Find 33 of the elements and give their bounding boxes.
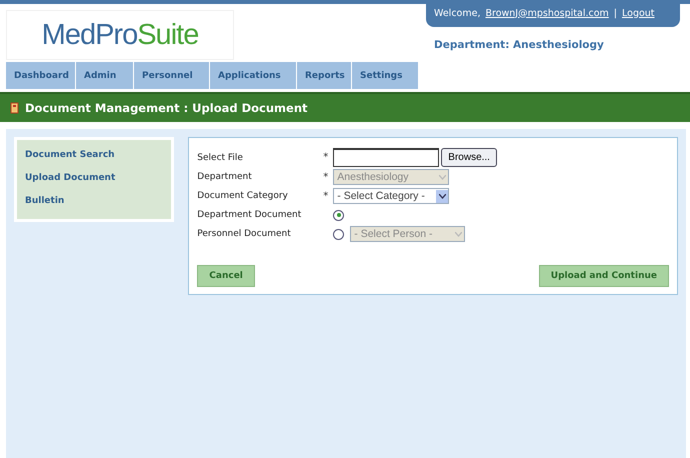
nav-tab[interactable]: Settings [352, 62, 419, 89]
file-path-field[interactable] [333, 148, 440, 167]
required-mark: * [323, 152, 330, 163]
nav-tab[interactable]: Admin [76, 62, 134, 89]
document-icon [10, 102, 20, 114]
sidebar-item[interactable]: Document Search [17, 144, 172, 167]
logout-link[interactable]: Logout [622, 8, 655, 18]
logo: MedProSuite [42, 18, 198, 52]
browse-button[interactable]: Browse... [441, 148, 497, 167]
required-mark: * [323, 172, 330, 182]
field-label: Personnel Document [197, 229, 292, 239]
field-label: Department Document [197, 210, 302, 220]
field-label: Department [197, 172, 253, 182]
user-link[interactable]: BrownJ@mpshospital.com [485, 8, 609, 18]
welcome-text: Welcome, [434, 8, 480, 18]
sidebar-item[interactable]: Upload Document [17, 167, 172, 190]
cancel-button[interactable]: Cancel [197, 265, 255, 287]
upload-button[interactable]: Upload and Continue [538, 265, 669, 287]
nav-tab[interactable]: Reports [297, 62, 352, 89]
sidebar-item[interactable]: Bulletin [17, 190, 172, 213]
page-title: Document Management : Upload Document [25, 101, 308, 115]
caret-icon [436, 190, 448, 202]
separator: | [614, 8, 617, 18]
dropdown[interactable]: - Select Category - [333, 188, 450, 204]
radio-button[interactable] [333, 210, 344, 220]
required-mark: * [323, 190, 330, 202]
field-label: Select File [197, 152, 244, 162]
department-label: Department: Anesthesiology [434, 39, 605, 51]
nav-tab[interactable]: Dashboard [6, 62, 76, 89]
nav-tab[interactable]: Personnel [134, 62, 210, 89]
nav-tab[interactable]: Applications [210, 62, 297, 89]
radio-button[interactable] [333, 228, 344, 240]
field-label: Document Category [197, 191, 289, 201]
